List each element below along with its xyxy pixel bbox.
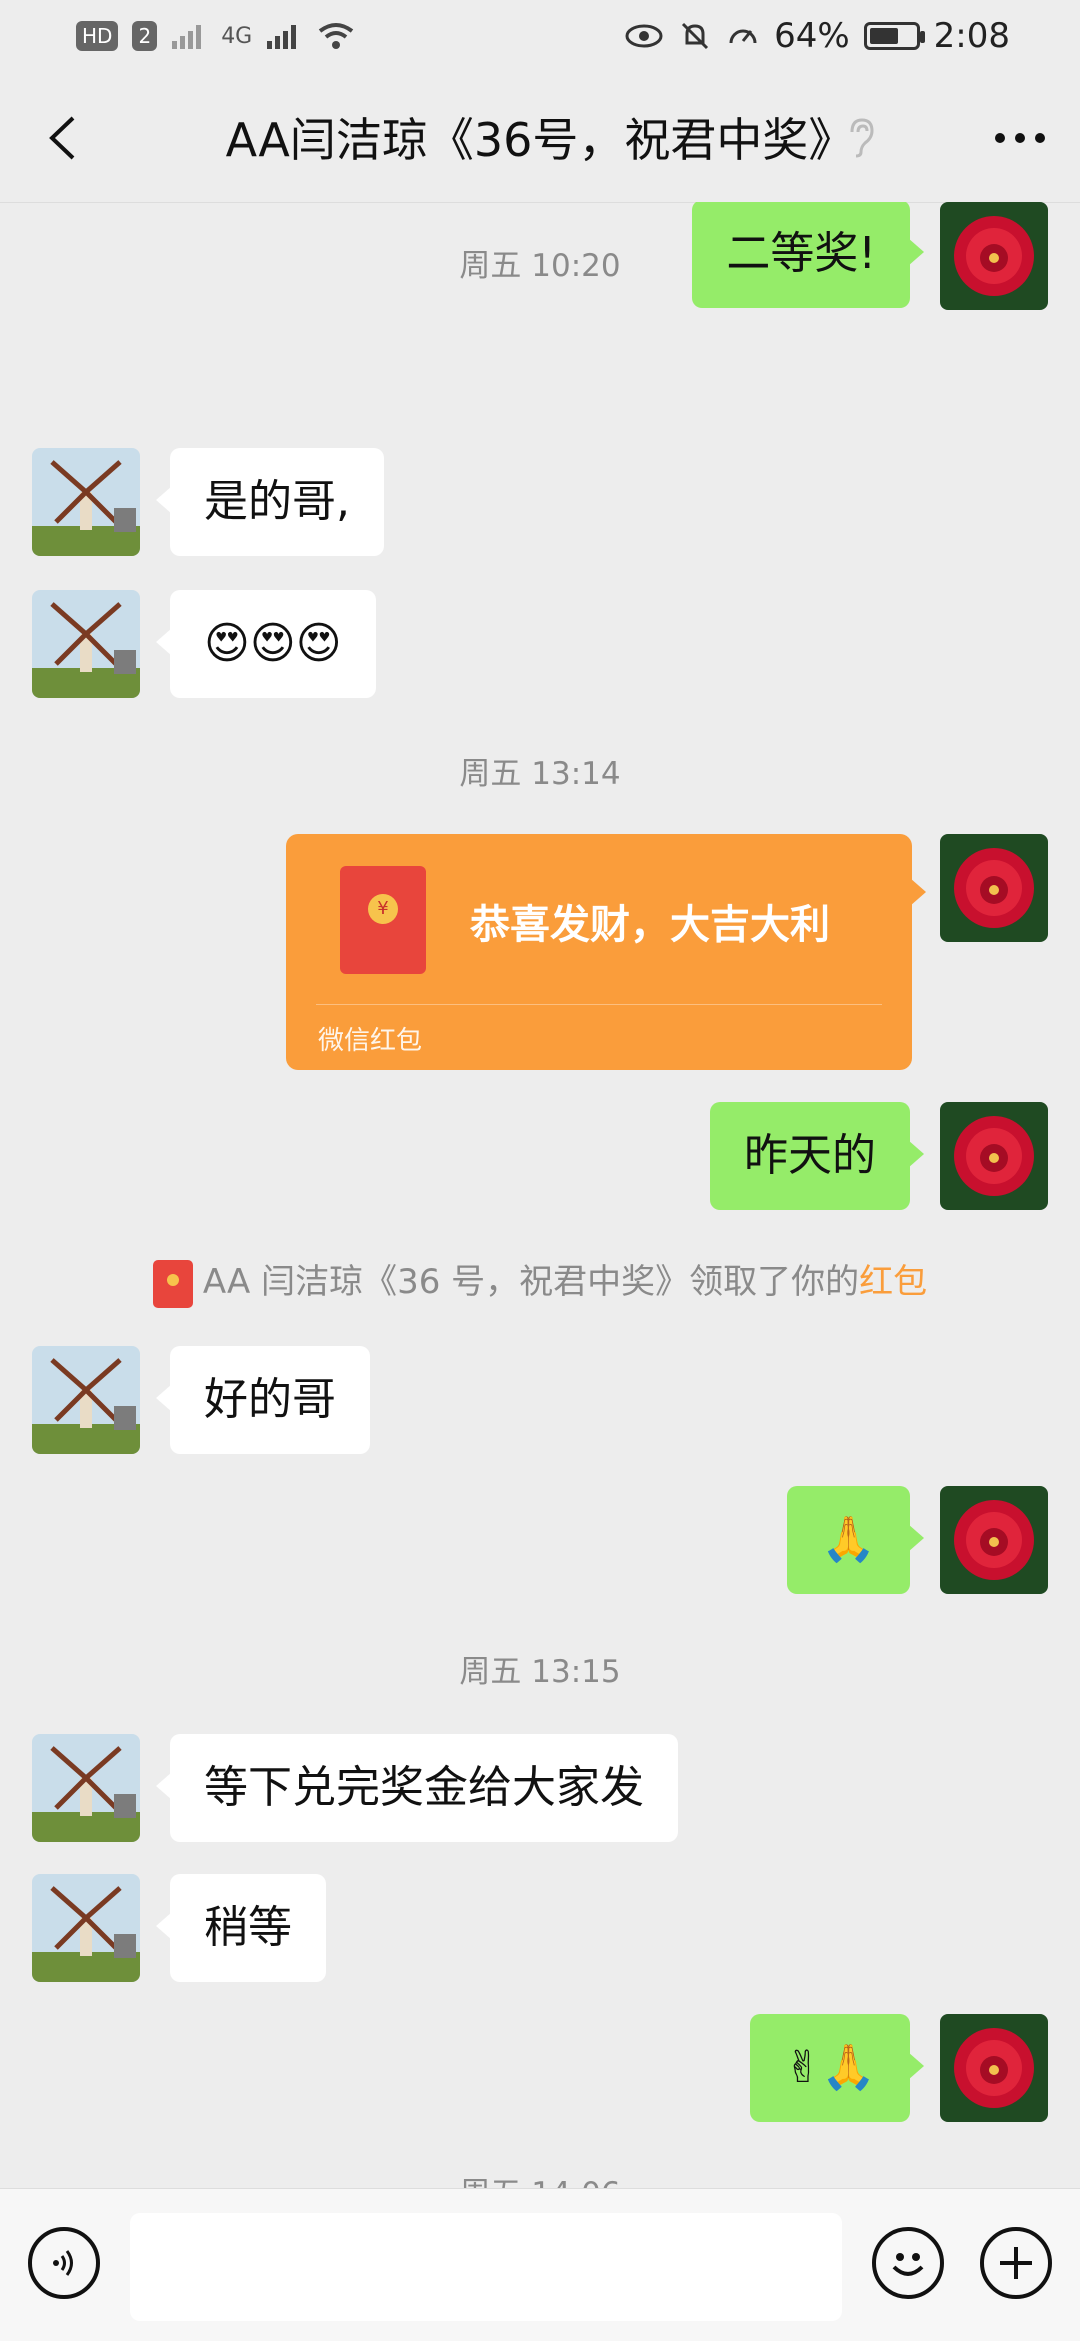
windmill-avatar-image xyxy=(32,1874,140,1982)
system-notice: AA 闫洁琼《36 号，祝君中奖》领取了你的红包 xyxy=(0,1254,1080,1308)
signal-icon xyxy=(172,25,202,49)
timestamp: 周五 13:15 xyxy=(459,1654,621,1690)
emoji-button[interactable] xyxy=(872,2227,944,2299)
timestamp-partial: 周五 14:06 xyxy=(0,2168,1080,2188)
peony-avatar-image xyxy=(940,1102,1048,1210)
hd-indicator: HD xyxy=(76,21,119,51)
voice-icon xyxy=(53,2250,73,2276)
avatar-contact[interactable] xyxy=(32,1734,140,1842)
ear-icon xyxy=(850,118,874,158)
message-bubble-incoming[interactable]: 等下兑完奖金给大家发 xyxy=(156,1734,678,1842)
avatar-self[interactable] xyxy=(940,2014,1048,2122)
avatar-self[interactable] xyxy=(940,834,1048,942)
red-packet-link[interactable]: 红包 xyxy=(859,1262,927,1302)
voice-button[interactable] xyxy=(28,2227,100,2299)
chat-title: AA闫洁琼《36号，祝君中奖》 xyxy=(225,113,855,167)
emoji-icon xyxy=(892,2253,924,2276)
avatar-contact[interactable] xyxy=(32,1874,140,1982)
message-bubble-outgoing[interactable]: 昨天的 xyxy=(710,1102,924,1210)
windmill-avatar-image xyxy=(32,1346,140,1454)
avatar-self[interactable] xyxy=(940,1486,1048,1594)
message-bubble-incoming[interactable]: 好的哥 xyxy=(156,1346,370,1454)
message-bubble-incoming[interactable]: 是的哥, xyxy=(156,448,384,556)
input-bar xyxy=(0,2188,1080,2341)
battery-icon xyxy=(863,22,925,50)
windmill-avatar-image xyxy=(32,590,140,698)
coin-icon: ¥ xyxy=(368,894,398,924)
message-bubble-outgoing[interactable]: 🙏 xyxy=(787,1486,924,1594)
battery-percent: 64% xyxy=(774,16,850,56)
status-bar: HD 2 4G 64% 2:08 xyxy=(0,0,1080,72)
red-packet-message[interactable]: ¥ 恭喜发财，大吉大利 微信红包 xyxy=(286,834,926,1070)
eye-icon xyxy=(625,24,663,48)
battery-level xyxy=(869,28,898,44)
message-bubble-outgoing[interactable]: ✌🙏 xyxy=(750,2014,924,2122)
speedometer-icon xyxy=(729,29,757,44)
sim-indicator: 2 xyxy=(132,21,158,51)
peony-avatar-image xyxy=(940,2014,1048,2122)
red-packet-label: 微信红包 xyxy=(318,1026,423,1056)
avatar-contact[interactable] xyxy=(32,590,140,698)
network-type: 4G xyxy=(221,23,253,49)
chat-header: AA闫洁琼《36号，祝君中奖》 xyxy=(0,72,1080,203)
peony-avatar-image xyxy=(940,1486,1048,1594)
chat-area[interactable]: 二等奖! 周五 10:20 是的哥, 😍😍😍 周五 13:14 ¥ 恭喜发财，大… xyxy=(0,202,1080,2188)
more-button[interactable] xyxy=(990,108,1050,168)
plus-button[interactable] xyxy=(980,2227,1052,2299)
avatar-self[interactable] xyxy=(940,1102,1048,1210)
red-packet-divider xyxy=(316,1004,882,1005)
avatar-contact[interactable] xyxy=(32,448,140,556)
system-notice-text: AA 闫洁琼《36 号，祝君中奖》领取了你的 xyxy=(202,1262,860,1302)
message-bubble-incoming[interactable]: 😍😍😍 xyxy=(156,590,376,698)
message-input[interactable] xyxy=(130,2213,842,2321)
timestamp: 周五 13:14 xyxy=(459,756,621,792)
signal-icon-2 xyxy=(267,25,297,49)
red-envelope-icon: ¥ xyxy=(340,866,426,974)
peony-avatar-image xyxy=(940,834,1048,942)
status-right: 64% 2:08 xyxy=(624,16,1010,56)
back-arrow-icon xyxy=(49,116,75,160)
plus-icon xyxy=(1000,2247,1032,2279)
red-packet-title: 恭喜发财，大吉大利 xyxy=(470,902,830,948)
windmill-avatar-image xyxy=(32,448,140,556)
timestamp: 周五 10:20 xyxy=(459,248,621,284)
status-left: HD 2 4G xyxy=(76,21,356,51)
message-bubble-incoming[interactable]: 稍等 xyxy=(156,1874,326,1982)
windmill-avatar-image xyxy=(32,1734,140,1842)
clock: 2:08 xyxy=(933,16,1010,56)
more-icon xyxy=(995,133,1045,143)
back-button[interactable] xyxy=(32,108,92,168)
mute-bell-icon xyxy=(682,22,709,50)
avatar-contact[interactable] xyxy=(32,1346,140,1454)
wifi-icon xyxy=(319,23,354,49)
red-packet-small-icon xyxy=(152,1259,193,1308)
